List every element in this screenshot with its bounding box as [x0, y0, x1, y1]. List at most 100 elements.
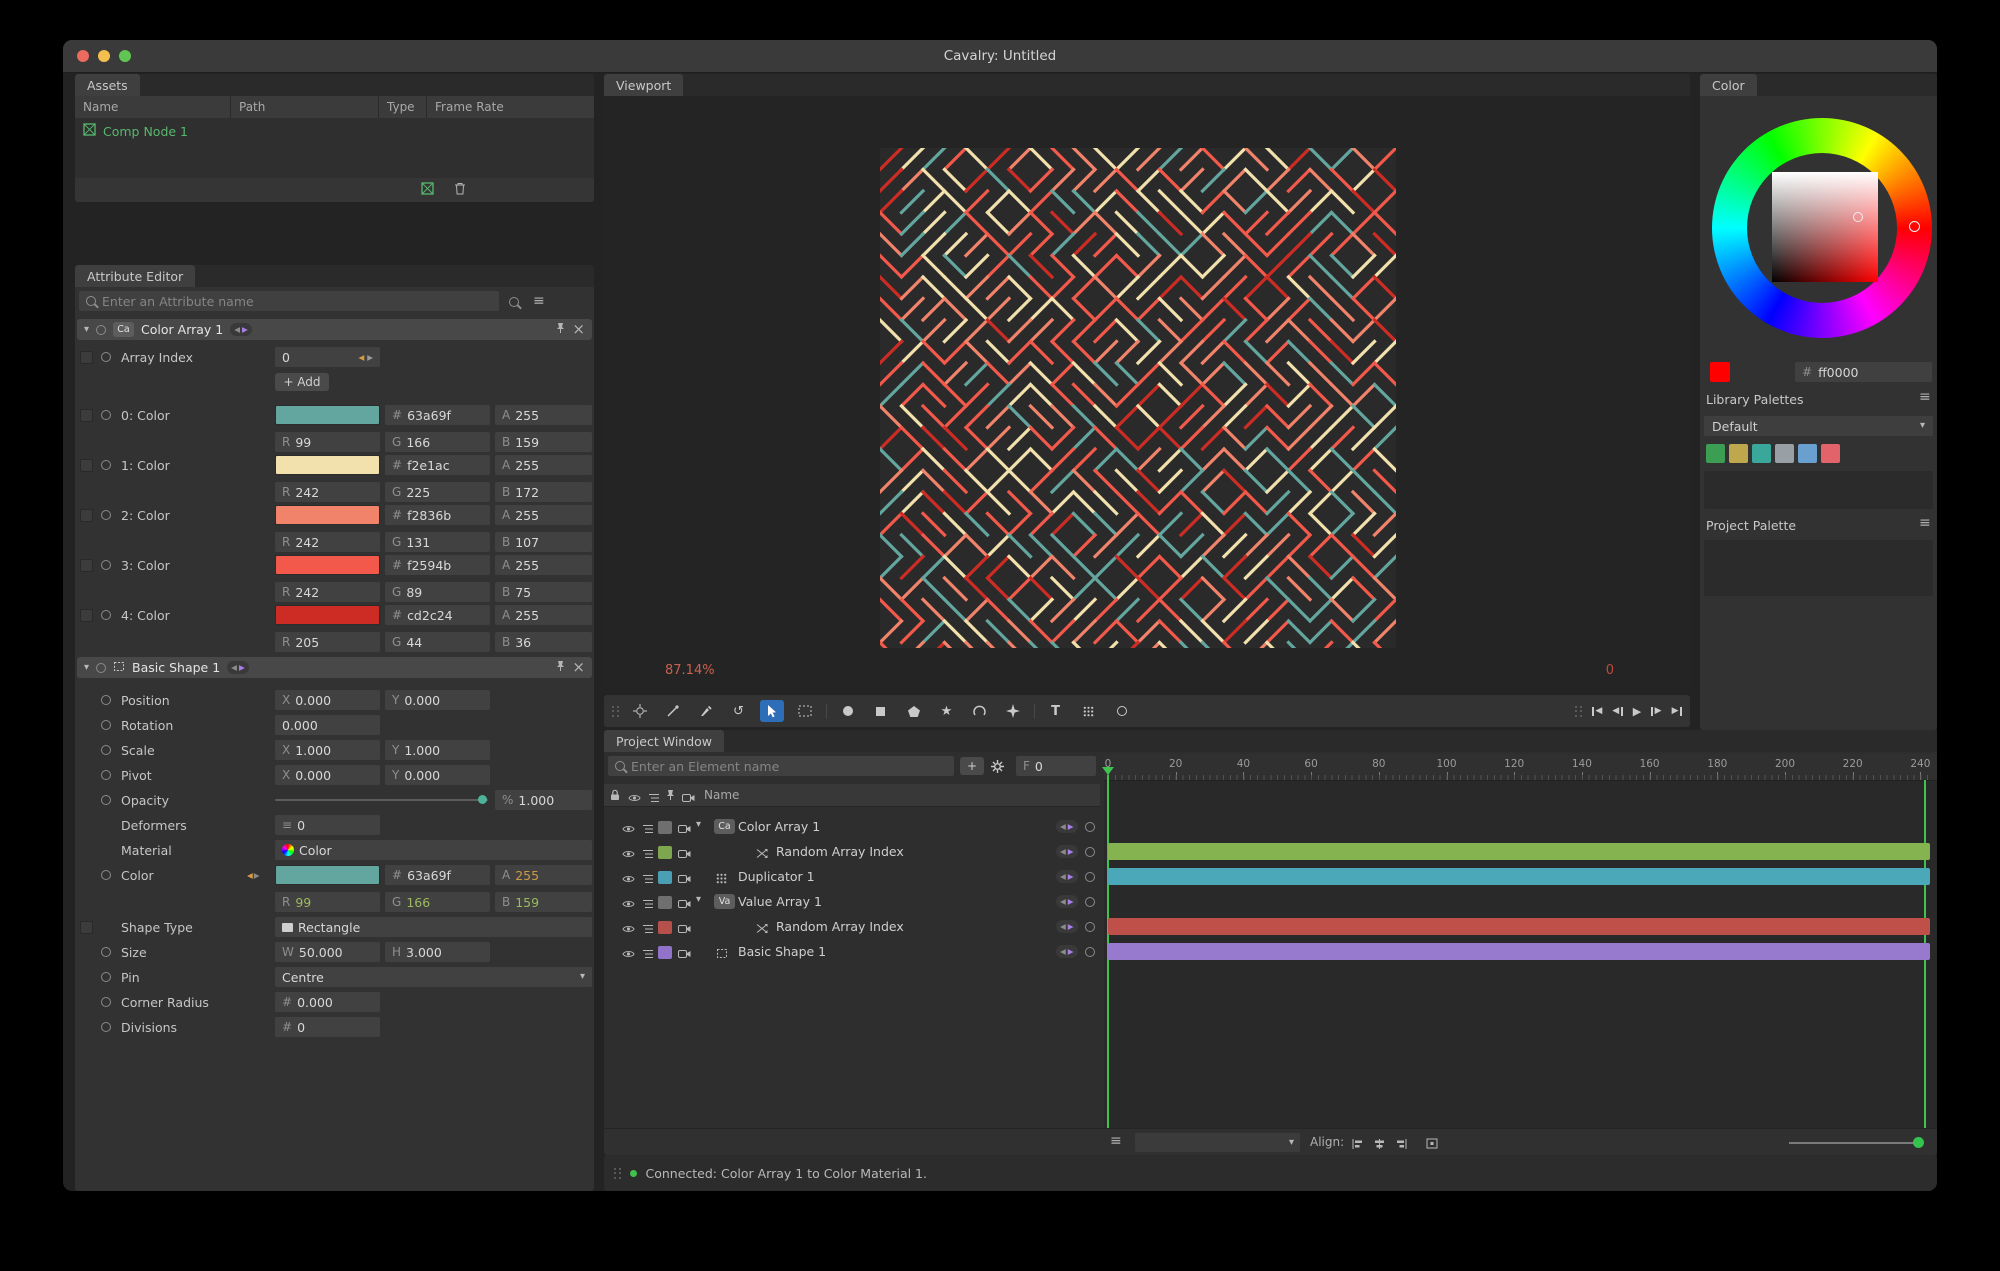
- red-field[interactable]: R242: [275, 482, 380, 502]
- play-button[interactable]: ▶: [1633, 705, 1641, 718]
- render-icon[interactable]: [678, 847, 691, 862]
- deformers-field[interactable]: ≡0: [275, 815, 380, 835]
- star-shape-icon[interactable]: ★: [935, 700, 959, 722]
- enable-checkbox[interactable]: [80, 509, 93, 522]
- keyframe-toggle[interactable]: [101, 695, 111, 705]
- collapse-chevron-icon[interactable]: ▾: [84, 663, 89, 673]
- tab-color[interactable]: Color: [1700, 74, 1757, 96]
- keyframe-toggle[interactable]: [101, 560, 111, 570]
- pin-icon[interactable]: [556, 660, 565, 675]
- red-field[interactable]: R242: [275, 532, 380, 552]
- jump-to-start-button[interactable]: ◀: [1592, 706, 1602, 716]
- asset-row-comp-node[interactable]: Comp Node 1: [75, 120, 594, 142]
- keyframe-toggle[interactable]: [101, 795, 111, 805]
- palette-swatch[interactable]: [1729, 444, 1748, 463]
- color-swatch[interactable]: [275, 405, 380, 425]
- library-palettes-menu-icon[interactable]: ≡: [1919, 390, 1931, 404]
- red-field[interactable]: R242: [275, 582, 380, 602]
- pointer-tool-icon[interactable]: [760, 700, 784, 722]
- red-field[interactable]: R99: [275, 892, 380, 912]
- scale-x-field[interactable]: X1.000: [275, 740, 380, 760]
- element-search-field[interactable]: [608, 756, 954, 776]
- outliner-row-duplicator[interactable]: Duplicator 1 ◀▶: [604, 865, 1098, 889]
- timeline-bar[interactable]: [1108, 868, 1930, 885]
- enable-checkbox[interactable]: [80, 409, 93, 422]
- column-path[interactable]: Path: [230, 96, 378, 118]
- ellipse-shape-icon[interactable]: [836, 700, 860, 722]
- timeline-zoom-slider[interactable]: [1789, 1142, 1919, 1144]
- gear-icon[interactable]: [991, 760, 1004, 776]
- opacity-field[interactable]: %1.000: [495, 790, 592, 810]
- keyframe-toggle[interactable]: [101, 947, 111, 957]
- alpha-field[interactable]: A255: [495, 865, 592, 885]
- keyframe-toggle[interactable]: [101, 410, 111, 420]
- keyframe-toggle[interactable]: [96, 325, 106, 335]
- timeline-bar[interactable]: [1108, 918, 1930, 935]
- palette-swatch[interactable]: [1752, 444, 1771, 463]
- row-color-swatch[interactable]: [658, 846, 672, 859]
- tab-attribute-editor[interactable]: Attribute Editor: [75, 265, 195, 287]
- text-tool-icon[interactable]: T: [1044, 700, 1068, 722]
- drag-handle[interactable]: [612, 706, 619, 717]
- array-index-field[interactable]: 0 ◀▶: [275, 347, 380, 367]
- lock-icon[interactable]: [610, 789, 620, 804]
- eye-icon[interactable]: [622, 822, 635, 837]
- divisions-field[interactable]: #0: [275, 1017, 380, 1037]
- green-field[interactable]: G89: [385, 582, 490, 602]
- drag-handle[interactable]: [1575, 706, 1582, 717]
- expand-chevron-icon[interactable]: ▾: [696, 895, 701, 905]
- close-section-icon[interactable]: ×: [572, 660, 585, 675]
- maximize-window-button[interactable]: [119, 50, 131, 62]
- current-color-swatch[interactable]: [1710, 362, 1730, 382]
- pin-column-icon[interactable]: [666, 789, 675, 804]
- target-tool-icon[interactable]: [628, 700, 652, 722]
- polygon-shape-icon[interactable]: [902, 700, 926, 722]
- input-connection-icon[interactable]: ◀▶: [247, 871, 260, 880]
- hierarchy-icon[interactable]: [642, 822, 654, 837]
- close-section-icon[interactable]: ×: [572, 322, 585, 337]
- rotation-field[interactable]: 0.000: [275, 715, 380, 735]
- timeline-bar[interactable]: [1108, 943, 1930, 960]
- jump-to-end-button[interactable]: ▶: [1672, 706, 1682, 716]
- eye-icon[interactable]: [622, 847, 635, 862]
- element-search-input[interactable]: [631, 759, 947, 774]
- saturation-value-square[interactable]: [1772, 172, 1878, 282]
- section-basic-shape[interactable]: ▾ Basic Shape 1 ◀▶ ×: [77, 657, 592, 678]
- eye-icon[interactable]: [622, 947, 635, 962]
- size-w-field[interactable]: W50.000: [275, 942, 380, 962]
- green-field[interactable]: G166: [385, 892, 490, 912]
- corner-radius-field[interactable]: #0.000: [275, 992, 380, 1012]
- palette-swatch[interactable]: [1821, 444, 1840, 463]
- pivot-x-field[interactable]: X0.000: [275, 765, 380, 785]
- keyframe-toggle[interactable]: [101, 460, 111, 470]
- row-color-swatch[interactable]: [658, 871, 672, 884]
- rectangle-shape-icon[interactable]: [869, 700, 893, 722]
- outliner-row-value-array[interactable]: ▾ Va Value Array 1 ◀▶: [604, 890, 1098, 914]
- row-color-swatch[interactable]: [658, 896, 672, 909]
- stepper-arrows-icon[interactable]: ◀▶: [358, 353, 373, 362]
- column-frame-rate[interactable]: Frame Rate: [426, 96, 594, 118]
- green-field[interactable]: G225: [385, 482, 490, 502]
- row-color-swatch[interactable]: [658, 821, 672, 834]
- green-field[interactable]: G44: [385, 632, 490, 652]
- collapse-chevron-icon[interactable]: ▾: [84, 325, 89, 335]
- red-field[interactable]: R205: [275, 632, 380, 652]
- enable-checkbox[interactable]: [80, 921, 93, 934]
- render-icon[interactable]: [678, 897, 691, 912]
- connection-arrows-icon[interactable]: ◀▶: [1056, 895, 1078, 908]
- step-forward-button[interactable]: ▶: [1651, 706, 1661, 716]
- hue-indicator[interactable]: [1909, 221, 1920, 232]
- outliner-row-color-array[interactable]: ▾ Ca Color Array 1 ◀▶: [604, 815, 1098, 839]
- keyframe-toggle[interactable]: [1085, 897, 1095, 907]
- render-icon[interactable]: [678, 822, 691, 837]
- grid-tool-icon[interactable]: [1077, 700, 1101, 722]
- keyframe-toggle[interactable]: [101, 997, 111, 1007]
- eye-icon[interactable]: [622, 872, 635, 887]
- blue-field[interactable]: B172: [495, 482, 592, 502]
- four-point-star-shape-icon[interactable]: [1001, 700, 1025, 722]
- palette-swatch[interactable]: [1775, 444, 1794, 463]
- palette-swatch[interactable]: [1706, 444, 1725, 463]
- opacity-slider[interactable]: [275, 799, 488, 801]
- hierarchy-icon[interactable]: [642, 872, 654, 887]
- tab-project-window[interactable]: Project Window: [604, 730, 724, 752]
